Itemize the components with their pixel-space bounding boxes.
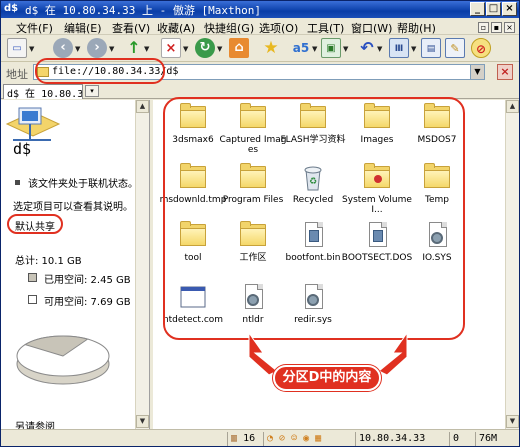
group-dropdown-icon[interactable]: ▼ bbox=[343, 45, 348, 53]
scroll-down-icon[interactable]: ▼ bbox=[136, 415, 149, 428]
selection-hint: 选定项目可以查看其说明。 bbox=[13, 202, 133, 213]
restore-doc-icon[interactable]: ▫ bbox=[478, 22, 489, 33]
new-dropdown-icon[interactable]: ▼ bbox=[29, 45, 34, 53]
page-count-icon: ▥ bbox=[231, 433, 238, 444]
total-size: 总计: 10.1 GB bbox=[15, 256, 82, 267]
status-bullet-icon bbox=[15, 180, 20, 185]
tab-d-share[interactable]: d$ 在 10.80.3... bbox=[3, 84, 83, 99]
listing-scrollbar[interactable]: ▲ ▼ bbox=[505, 100, 519, 429]
group-icon[interactable]: ▣ bbox=[321, 38, 341, 58]
menu-groups[interactable]: 快捷组(G) bbox=[204, 20, 254, 36]
task-pane-scrollbar[interactable]: ▲ ▼ bbox=[135, 100, 149, 429]
menu-window[interactable]: 窗口(W) bbox=[351, 20, 392, 36]
undo-dropdown-icon[interactable]: ▼ bbox=[377, 45, 382, 53]
minimize-button[interactable]: _ bbox=[470, 2, 485, 16]
address-dropdown-icon[interactable]: ▼ bbox=[470, 65, 484, 79]
content-highlight bbox=[163, 97, 465, 340]
online-status: 该文件夹处于联机状态。 bbox=[28, 179, 138, 190]
app-icon: d$ bbox=[4, 3, 19, 14]
status-icons[interactable]: ◔ ⊘ ☺ ◉ ▦ bbox=[263, 432, 353, 446]
address-highlight bbox=[35, 58, 165, 84]
window-title: d$ 在 10.80.34.33 上 - 傲游 [Maxthon] bbox=[25, 4, 262, 17]
used-legend-swatch bbox=[28, 273, 37, 282]
menu-file[interactable]: 文件(F) bbox=[16, 20, 53, 36]
refresh-icon[interactable]: ↻ bbox=[195, 38, 215, 58]
back-dropdown-icon[interactable]: ▼ bbox=[75, 45, 80, 53]
menu-window-controls: ▫ ▪ × bbox=[476, 20, 516, 33]
stop-dropdown-icon[interactable]: ▼ bbox=[183, 45, 188, 53]
status-count: 16 bbox=[243, 433, 256, 444]
back-icon[interactable]: ‹ bbox=[53, 38, 73, 58]
sidebar-icon[interactable]: ▤ bbox=[421, 38, 441, 58]
free-space: 可用空间: 7.69 GB bbox=[44, 297, 131, 308]
float-doc-icon[interactable]: ▪ bbox=[491, 22, 502, 33]
title-bar[interactable]: d$ d$ 在 10.80.34.33 上 - 傲游 [Maxthon] _ □… bbox=[1, 1, 519, 18]
address-label: 地址 bbox=[6, 68, 28, 81]
status-host: 10.80.34.33 bbox=[355, 432, 447, 446]
browser-window: d$ d$ 在 10.80.34.33 上 - 傲游 [Maxthon] _ □… bbox=[0, 0, 520, 447]
refresh-dropdown-icon[interactable]: ▼ bbox=[217, 45, 222, 53]
translate-icon[interactable]: a5 bbox=[291, 38, 311, 58]
tab-list-icon[interactable]: ▾ bbox=[85, 85, 99, 97]
block-popup-icon[interactable]: ⊘ bbox=[471, 38, 491, 58]
tab-label: d$ 在 10.80.3... bbox=[7, 89, 83, 99]
share-highlight bbox=[7, 214, 63, 234]
used-space: 已用空间: 2.45 GB bbox=[44, 275, 131, 286]
columns-dropdown-icon[interactable]: ▼ bbox=[411, 45, 416, 53]
menu-view[interactable]: 查看(V) bbox=[112, 20, 150, 36]
status-count-cell: ▥ 16 bbox=[227, 432, 261, 446]
home-icon[interactable]: ⌂ bbox=[229, 38, 249, 58]
status-memory: 76M bbox=[475, 432, 517, 446]
disk-usage-pie bbox=[16, 335, 110, 385]
drive-title: d$ bbox=[13, 140, 32, 158]
undo-icon[interactable]: ↶ bbox=[357, 38, 377, 58]
menu-options[interactable]: 选项(O) bbox=[259, 20, 298, 36]
favorites-star-icon[interactable]: ★ bbox=[261, 38, 281, 58]
task-pane: d$ 该文件夹处于联机状态。 选定项目可以查看其说明。 默认共享 总计: 10.… bbox=[1, 100, 149, 429]
free-legend-swatch bbox=[28, 295, 37, 304]
listing-scroll-up-icon[interactable]: ▲ bbox=[506, 100, 519, 113]
menu-tools[interactable]: 工具(T) bbox=[307, 20, 344, 36]
forward-dropdown-icon[interactable]: ▼ bbox=[109, 45, 114, 53]
forward-icon[interactable]: › bbox=[87, 38, 107, 58]
menu-edit[interactable]: 编辑(E) bbox=[64, 20, 102, 36]
menu-favorites[interactable]: 收藏(A) bbox=[157, 20, 195, 36]
menu-help[interactable]: 帮助(H) bbox=[397, 20, 436, 36]
scroll-up-icon[interactable]: ▲ bbox=[136, 100, 149, 113]
status-zero: 0 bbox=[449, 432, 473, 446]
close-button[interactable]: × bbox=[502, 2, 517, 16]
menu-bar: 文件(F) 编辑(E) 查看(V) 收藏(A) 快捷组(G) 选项(O) 工具(… bbox=[1, 18, 519, 35]
edit-page-icon[interactable]: ✎ bbox=[445, 38, 465, 58]
up-icon[interactable]: ↑ bbox=[124, 38, 144, 58]
new-page-icon[interactable]: ▭ bbox=[7, 38, 27, 58]
up-dropdown-icon[interactable]: ▼ bbox=[144, 45, 149, 53]
close-doc-icon[interactable]: × bbox=[504, 22, 515, 33]
see-also-heading: 另请参阅 bbox=[15, 422, 55, 429]
maximize-button[interactable]: □ bbox=[486, 2, 501, 16]
listing-scroll-down-icon[interactable]: ▼ bbox=[506, 415, 519, 428]
status-bar: ▥ 16 ◔ ⊘ ☺ ◉ ▦ 10.80.34.33 0 76M bbox=[1, 429, 519, 446]
go-icon[interactable]: × bbox=[497, 64, 513, 80]
stop-icon[interactable]: × bbox=[161, 38, 181, 58]
columns-icon[interactable]: Ⅲ bbox=[389, 38, 409, 58]
translate-dropdown-icon[interactable]: ▼ bbox=[312, 45, 317, 53]
network-drive-icon bbox=[5, 107, 61, 141]
annotation-callout: 分区D中的内容 bbox=[273, 365, 381, 391]
